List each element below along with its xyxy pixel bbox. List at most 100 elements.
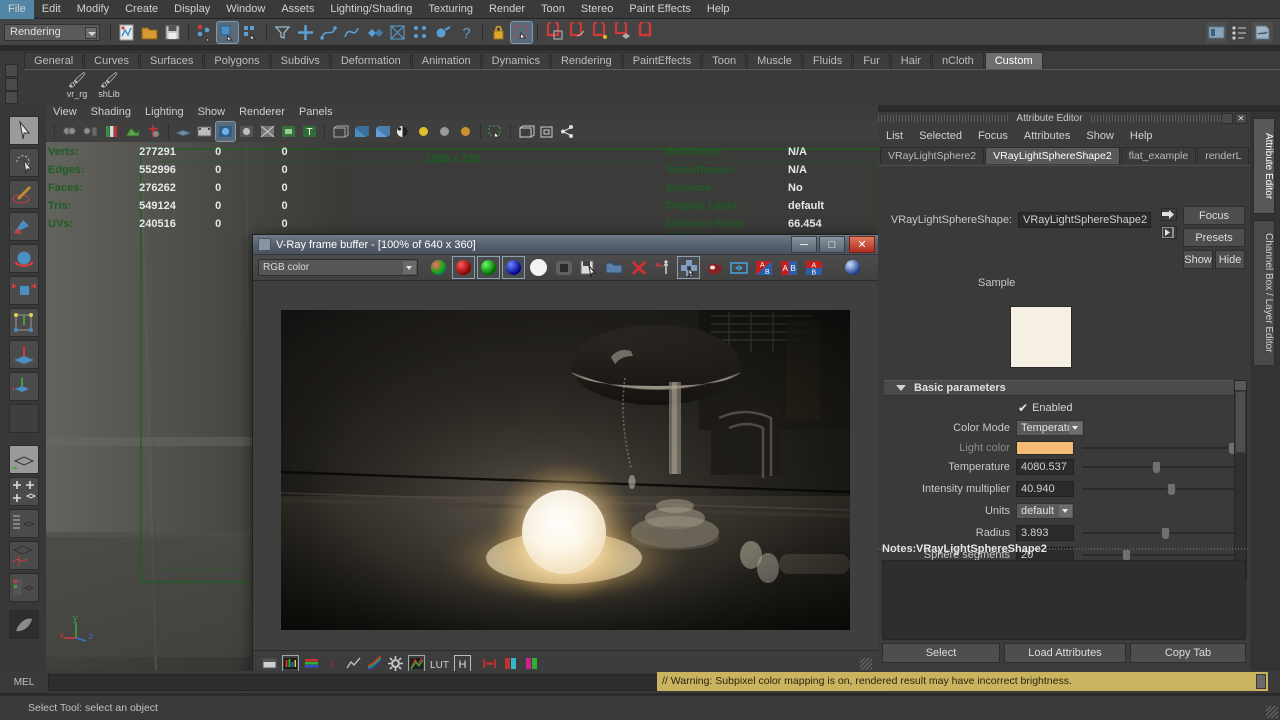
pixel-aspect-icon[interactable] — [262, 656, 277, 671]
menu-item-window[interactable]: Window — [218, 0, 273, 19]
snap-projected-icon[interactable] — [364, 22, 385, 43]
vertical-tab-attribute-editor[interactable]: Attribute Editor — [1253, 118, 1275, 214]
color-levels-icon[interactable] — [304, 656, 319, 671]
radius-slider[interactable] — [1082, 526, 1234, 540]
close-button[interactable]: ✕ — [849, 236, 875, 253]
viewport-menu-lighting[interactable]: Lighting — [138, 105, 191, 120]
exposure-icon[interactable] — [258, 122, 277, 141]
vray-frame-buffer-window[interactable]: V-Ray frame buffer - [100% of 640 x 360]… — [252, 234, 879, 677]
save-scene-icon[interactable] — [162, 22, 183, 43]
shelf-tab-ncloth[interactable]: nCloth — [931, 52, 984, 69]
notes-textarea[interactable] — [882, 560, 1246, 640]
select-button[interactable]: Select — [882, 643, 1000, 663]
magnet-point-icon[interactable] — [589, 19, 610, 43]
shelf-tab-curves[interactable]: Curves — [84, 52, 139, 69]
paint-select-tool-button[interactable] — [9, 180, 39, 209]
menu-item-file[interactable]: File — [0, 0, 34, 19]
motion-blur-icon[interactable] — [456, 122, 475, 141]
grid-toggle-icon[interactable] — [174, 122, 193, 141]
help-question-icon[interactable]: ? — [456, 22, 477, 43]
last-tool-button[interactable] — [9, 372, 39, 401]
vfb-title-bar[interactable]: V-Ray frame buffer - [100% of 640 x 360]… — [253, 235, 878, 255]
ae-menu-focus[interactable]: Focus — [970, 126, 1016, 146]
resolution-gate-icon[interactable] — [215, 120, 236, 142]
radius-field[interactable]: 3.893 — [1016, 524, 1074, 541]
light-color-slider[interactable] — [1082, 441, 1237, 455]
shelf-tab-general[interactable]: General — [24, 52, 84, 69]
select-by-object-type-icon[interactable] — [216, 20, 239, 44]
ab-vertical-compare-icon[interactable]: AB — [803, 257, 824, 278]
rgb-channel-icon[interactable] — [428, 257, 449, 278]
histogram-icon[interactable] — [282, 655, 299, 672]
layout-persp-graph-button[interactable] — [9, 541, 39, 570]
menu-item-texturing[interactable]: Texturing — [420, 0, 481, 19]
show-button[interactable]: Show — [1183, 250, 1213, 269]
viewport-menu-renderer[interactable]: Renderer — [232, 105, 292, 120]
temperature-slider[interactable] — [1082, 460, 1234, 474]
window-resize-grip[interactable] — [1266, 706, 1278, 718]
focus-button[interactable]: Focus — [1183, 206, 1245, 225]
ae-tab-renderl[interactable]: renderL — [1197, 147, 1250, 164]
snap-grid-icon[interactable] — [295, 22, 316, 43]
lasso-tool-button[interactable] — [9, 148, 39, 177]
green-channel-icon[interactable] — [477, 256, 500, 279]
right-channel-icon[interactable] — [524, 656, 539, 671]
magnet-view-icon[interactable] — [635, 19, 656, 43]
shelf-tab-toon[interactable]: Toon — [702, 52, 747, 69]
smooth-shade-all-icon[interactable] — [351, 122, 370, 141]
temperature-field[interactable]: 4080.537 — [1016, 458, 1074, 475]
bookmark-icon[interactable] — [102, 122, 121, 141]
universal-manipulator-button[interactable] — [9, 308, 39, 337]
shelf-tab-deformation[interactable]: Deformation — [330, 52, 411, 69]
ae-menu-attributes[interactable]: Attributes — [1016, 126, 1078, 146]
info-icon[interactable]: i — [325, 656, 340, 671]
chevron-down-icon[interactable] — [1069, 421, 1082, 434]
copy-tab-button[interactable]: Copy Tab — [1130, 643, 1246, 663]
menu-set-selector[interactable]: Rendering — [4, 23, 100, 41]
shelf-tab-custom[interactable]: Custom — [984, 52, 1043, 69]
shelf-button-shlib[interactable]: 🖌 shLib — [88, 72, 130, 99]
shelf-tab-painteffects[interactable]: PaintEffects — [622, 52, 702, 69]
make-live-icon[interactable] — [433, 22, 454, 43]
ae-menu-help[interactable]: Help — [1122, 126, 1161, 146]
viewport-menu-shading[interactable]: Shading — [84, 105, 138, 120]
srgb-icon[interactable] — [408, 655, 425, 672]
layout-hypershade-persp-button[interactable] — [9, 573, 39, 602]
magnet-projected-icon[interactable] — [612, 18, 633, 43]
color-corrections-icon[interactable] — [842, 257, 863, 278]
maximize-button[interactable]: □ — [819, 236, 845, 253]
shaded-with-textures-icon[interactable] — [372, 122, 391, 141]
snap-point-icon[interactable] — [341, 22, 362, 43]
snap-view-plane-icon[interactable] — [387, 22, 408, 43]
menu-item-assets[interactable]: Assets — [273, 0, 322, 19]
select-camera-icon[interactable] — [60, 122, 79, 141]
image-plane-icon[interactable] — [123, 122, 142, 141]
ae-tab-flat-example[interactable]: flat_example — [1120, 147, 1197, 164]
node-output-arrow-icon[interactable] — [1161, 226, 1177, 239]
intensity-multiplier-slider[interactable] — [1082, 482, 1234, 496]
script-warning-output[interactable]: // Warning: Subpixel color mapping is on… — [657, 672, 1268, 691]
shelf-tab-surfaces[interactable]: Surfaces — [139, 52, 204, 69]
enabled-checkbox-row[interactable]: ✔ Enabled — [1018, 401, 1072, 415]
text-display-icon[interactable]: T — [300, 122, 319, 141]
shelf-tab-fur[interactable]: Fur — [853, 52, 890, 69]
close-icon[interactable]: ✕ — [1235, 113, 1247, 124]
scale-tool-button[interactable] — [9, 276, 39, 305]
shelf-tab-subdivs[interactable]: Subdivs — [270, 52, 330, 69]
shelf-tab-handle[interactable] — [5, 78, 18, 91]
new-scene-icon[interactable] — [116, 22, 137, 43]
layout-four-view-button[interactable] — [9, 477, 39, 506]
lut-icon[interactable]: LUT — [430, 656, 449, 671]
presets-button[interactable]: Presets — [1183, 228, 1245, 247]
use-all-lights-icon[interactable] — [393, 122, 412, 141]
hide-button[interactable]: Hide — [1215, 250, 1245, 269]
filter-icon[interactable] — [272, 22, 293, 43]
scroll-up-arrow-icon[interactable] — [1235, 381, 1246, 390]
move-tool-button[interactable] — [9, 212, 39, 241]
gate-mask-icon[interactable] — [279, 122, 298, 141]
monochrome-icon[interactable] — [553, 257, 574, 278]
xray-joints-icon[interactable] — [537, 122, 556, 141]
camera-attributes-icon[interactable] — [81, 122, 100, 141]
lock-icon[interactable] — [488, 22, 509, 43]
shelf-menu-handle[interactable] — [5, 64, 18, 77]
